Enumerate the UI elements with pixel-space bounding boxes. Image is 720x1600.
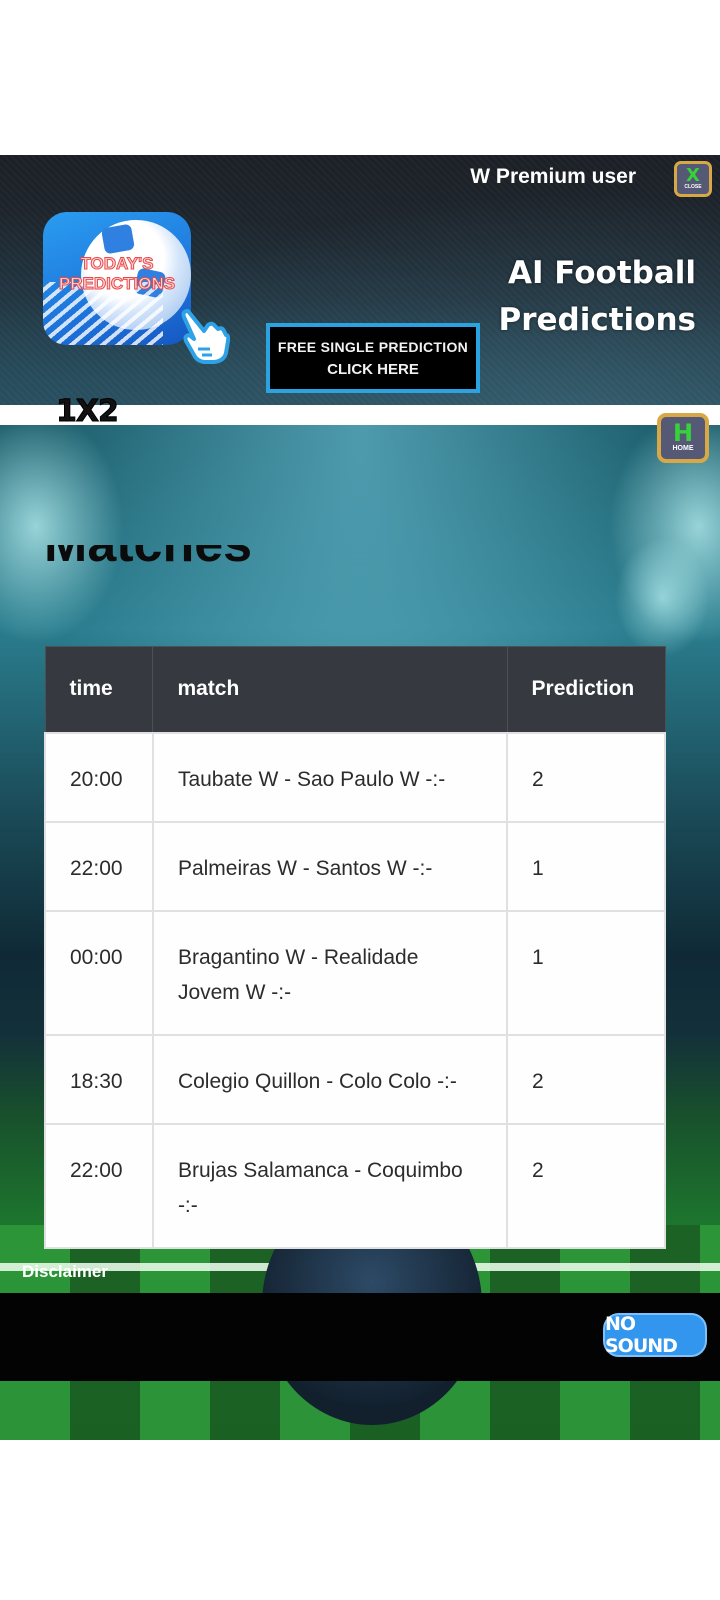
app-title: AI Football Predictions — [499, 250, 697, 344]
disclaimer-link[interactable]: Disclaimer — [22, 1262, 108, 1282]
table-row: 00:00 Bragantino W - Realidade Jovem W -… — [44, 909, 666, 1036]
header-banner: W Premium user X CLOSE TODAY'S PREDICTIO… — [0, 155, 720, 415]
app-title-line1: AI Football — [507, 255, 696, 291]
cell-match: Colegio Quillon - Colo Colo -:- — [151, 1033, 509, 1125]
table-row: 20:00 Taubate W - Sao Paulo W -:- 2 — [44, 731, 666, 823]
page-title: Matches — [44, 545, 252, 615]
app-icon-text-line2: PREDICTIONS — [58, 274, 176, 294]
app-title-line2: Predictions — [498, 302, 697, 338]
market-label: 1X2 — [56, 394, 120, 430]
cell-match: Palmeiras W - Santos W -:- — [151, 820, 509, 912]
close-button[interactable]: X CLOSE — [674, 161, 712, 197]
table-row: 22:00 Brujas Salamanca - Coquimbo -:- 2 — [44, 1122, 666, 1249]
home-caption: HOME — [672, 445, 694, 452]
table-header-row: time match Prediction — [44, 646, 666, 733]
cell-prediction: 2 — [506, 731, 666, 823]
cell-prediction: 1 — [506, 909, 666, 1036]
close-icon: X — [686, 165, 700, 186]
column-header-prediction: Prediction — [506, 646, 666, 733]
cell-prediction: 2 — [506, 1033, 666, 1125]
cell-match: Brujas Salamanca - Coquimbo -:- — [151, 1122, 509, 1249]
free-button-line2: CLICK HERE — [327, 360, 419, 378]
premium-user-label: W Premium user — [470, 165, 636, 188]
free-single-prediction-button[interactable]: FREE SINGLE PREDICTION CLICK HERE — [266, 323, 480, 393]
close-caption: CLOSE — [684, 184, 702, 190]
matches-table: time match Prediction 20:00 Taubate W - … — [44, 646, 666, 1249]
free-button-line1: FREE SINGLE PREDICTION — [277, 338, 469, 355]
cell-time: 00:00 — [44, 909, 154, 1036]
home-button[interactable]: H HOME — [657, 413, 709, 463]
no-sound-button[interactable]: NO SOUND — [603, 1313, 707, 1357]
cell-match: Bragantino W - Realidade Jovem W -:- — [151, 909, 509, 1036]
app-icon-text-line1: TODAY'S — [80, 254, 154, 274]
column-header-time: time — [44, 646, 154, 733]
pointing-hand-icon — [181, 309, 230, 364]
cell-prediction: 2 — [506, 1122, 666, 1249]
cell-time: 22:00 — [44, 1122, 154, 1249]
cell-time: 22:00 — [44, 820, 154, 912]
table-row: 18:30 Colegio Quillon - Colo Colo -:- 2 — [44, 1033, 666, 1125]
cell-time: 20:00 — [44, 731, 154, 823]
cell-prediction: 1 — [506, 820, 666, 912]
cell-match: Taubate W - Sao Paulo W -:- — [151, 731, 509, 823]
table-row: 22:00 Palmeiras W - Santos W -:- 1 — [44, 820, 666, 912]
home-icon: H — [672, 419, 694, 447]
column-header-match: match — [152, 646, 508, 733]
page-title-text: Matches — [44, 545, 252, 589]
todays-predictions-button[interactable]: TODAY'S PREDICTIONS — [43, 212, 191, 345]
cell-time: 18:30 — [44, 1033, 154, 1125]
